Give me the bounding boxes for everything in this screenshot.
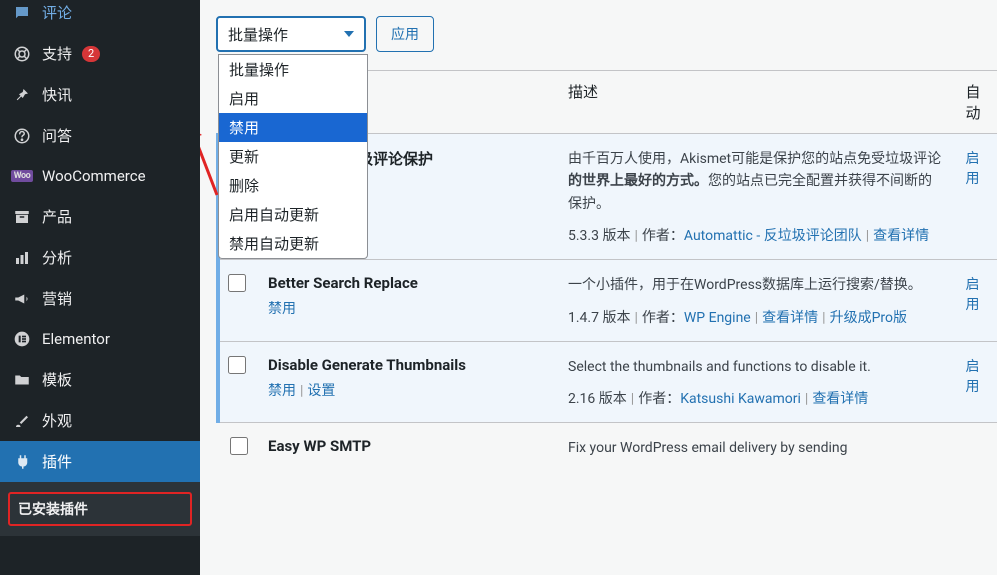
dropdown-option-enable-auto[interactable]: 启用自动更新 bbox=[219, 200, 367, 229]
plug-icon bbox=[12, 452, 32, 472]
sidebar-item-comments[interactable]: 评论 bbox=[0, 0, 200, 33]
sidebar-item-news[interactable]: 快讯 bbox=[0, 74, 200, 115]
chevron-down-icon bbox=[344, 31, 354, 37]
sidebar-item-label: WooCommerce bbox=[42, 167, 146, 185]
dropdown-option-bulk[interactable]: 批量操作 bbox=[219, 55, 367, 84]
question-icon bbox=[12, 126, 32, 146]
action-deactivate[interactable]: 禁用 bbox=[268, 301, 296, 317]
sidebar-item-elementor[interactable]: Elementor bbox=[0, 319, 200, 359]
sidebar-item-label: 评论 bbox=[42, 2, 72, 23]
plugin-description: 一个小插件，用于在WordPress数据库上运行搜索/替换。 bbox=[568, 274, 946, 296]
bulk-action-select[interactable]: 批量操作 批量操作 启用 禁用 更新 删除 启用自动更新 禁用自动更新 bbox=[216, 16, 366, 52]
comment-icon bbox=[12, 3, 32, 23]
sidebar-item-label: 快讯 bbox=[42, 84, 72, 105]
sidebar-item-templates[interactable]: 模板 bbox=[0, 359, 200, 400]
plugin-actions: 禁用 bbox=[268, 298, 548, 318]
sidebar-item-marketing[interactable]: 营销 bbox=[0, 278, 200, 319]
plugin-actions: 禁用|设置 bbox=[268, 380, 548, 400]
sidebar-item-support[interactable]: 支持 2 bbox=[0, 33, 200, 74]
sidebar-item-label: 分析 bbox=[42, 247, 72, 268]
sidebar-item-label: Elementor bbox=[42, 330, 110, 348]
plugin-meta: 1.4.7 版本|作者：WP Engine|查看详情|升级成Pro版 bbox=[568, 307, 946, 327]
sidebar-item-appearance[interactable]: 外观 bbox=[0, 400, 200, 441]
sidebar-item-label: 问答 bbox=[42, 125, 72, 146]
sidebar-item-label: 营销 bbox=[42, 288, 72, 309]
sidebar-item-label: 支持 bbox=[42, 43, 72, 64]
megaphone-icon bbox=[12, 289, 32, 309]
plugin-name: Better Search Replace bbox=[268, 274, 548, 292]
th-description[interactable]: 描述 bbox=[558, 71, 956, 134]
plugin-row: Disable Generate Thumbnails 禁用|设置 Select… bbox=[218, 341, 997, 422]
sidebar-item-products[interactable]: 产品 bbox=[0, 196, 200, 237]
plugin-description: Select the thumbnails and functions to d… bbox=[568, 356, 946, 378]
sidebar-item-label: 外观 bbox=[42, 410, 72, 431]
auto-update-link[interactable]: 启用 bbox=[966, 151, 980, 187]
plugin-meta: 5.3.3 版本|作者：Automattic - 反垃圾评论团队|查看详情 bbox=[568, 225, 946, 245]
plugin-checkbox[interactable] bbox=[228, 274, 246, 292]
dropdown-option-deactivate[interactable]: 禁用 bbox=[219, 113, 367, 142]
main-content: 批量操作 批量操作 启用 禁用 更新 删除 启用自动更新 禁用自动更新 应用 bbox=[200, 0, 997, 575]
plugin-row: Easy WP SMTP Fix your WordPress email de… bbox=[218, 422, 997, 483]
dropdown-option-disable-auto[interactable]: 禁用自动更新 bbox=[219, 229, 367, 258]
plugin-description: 由千百万人使用，Akismet可能是保护您的站点免受垃圾评论的世界上最好的方式。… bbox=[568, 148, 946, 215]
details-link[interactable]: 查看详情 bbox=[762, 310, 818, 326]
dropdown-option-activate[interactable]: 启用 bbox=[219, 84, 367, 113]
sidebar-item-label: 插件 bbox=[42, 451, 72, 472]
details-link[interactable]: 查看详情 bbox=[873, 228, 929, 244]
plugin-name: Disable Generate Thumbnails bbox=[268, 356, 548, 374]
submenu-installed-plugins[interactable]: 已安装插件 bbox=[8, 492, 192, 526]
plugin-checkbox[interactable] bbox=[230, 437, 248, 455]
sidebar-item-woocommerce[interactable]: Woo WooCommerce bbox=[0, 156, 200, 196]
folder-icon bbox=[12, 370, 32, 390]
notification-badge: 2 bbox=[82, 46, 100, 62]
sidebar-item-plugins[interactable]: 插件 bbox=[0, 441, 200, 482]
action-deactivate[interactable]: 禁用 bbox=[268, 383, 296, 399]
author-link[interactable]: Katsushi Kawamori bbox=[680, 391, 801, 407]
author-link[interactable]: WP Engine bbox=[684, 310, 751, 326]
plugin-row: Better Search Replace 禁用 一个小插件，用于在WordPr… bbox=[218, 260, 997, 341]
sidebar-item-qa[interactable]: 问答 bbox=[0, 115, 200, 156]
details-link[interactable]: 查看详情 bbox=[812, 391, 868, 407]
auto-update-link[interactable]: 启用 bbox=[966, 277, 980, 313]
bulk-action-label: 批量操作 bbox=[228, 24, 288, 45]
apply-button[interactable]: 应用 bbox=[376, 16, 434, 52]
chart-icon bbox=[12, 248, 32, 268]
sidebar-item-label: 产品 bbox=[42, 206, 72, 227]
upgrade-link[interactable]: 升级成Pro版 bbox=[830, 310, 907, 326]
sidebar-item-label: 模板 bbox=[42, 369, 72, 390]
brush-icon bbox=[12, 411, 32, 431]
plugin-meta: 2.16 版本|作者：Katsushi Kawamori|查看详情 bbox=[568, 388, 946, 408]
plugins-submenu: 已安装插件 bbox=[0, 482, 200, 536]
bulk-action-dropdown: 批量操作 启用 禁用 更新 删除 启用自动更新 禁用自动更新 bbox=[218, 54, 368, 259]
plugin-description: Fix your WordPress email delivery by sen… bbox=[568, 437, 946, 459]
sidebar-item-analytics[interactable]: 分析 bbox=[0, 237, 200, 278]
elementor-icon bbox=[12, 329, 32, 349]
auto-update-link[interactable]: 启用 bbox=[966, 359, 980, 395]
dropdown-option-delete[interactable]: 删除 bbox=[219, 171, 367, 200]
plugin-checkbox[interactable] bbox=[228, 356, 246, 374]
woocommerce-icon: Woo bbox=[12, 166, 32, 186]
life-ring-icon bbox=[12, 44, 32, 64]
th-auto-update[interactable]: 自动 bbox=[956, 71, 997, 134]
dropdown-option-update[interactable]: 更新 bbox=[219, 142, 367, 171]
author-link[interactable]: Automattic - 反垃圾评论团队 bbox=[684, 228, 862, 244]
admin-sidebar: 评论 支持 2 快讯 问答 Woo WooCommerce bbox=[0, 0, 200, 575]
pushpin-icon bbox=[12, 85, 32, 105]
plugin-name: Easy WP SMTP bbox=[268, 437, 548, 455]
action-settings[interactable]: 设置 bbox=[307, 383, 335, 399]
archive-icon bbox=[12, 207, 32, 227]
bulk-actions-bar: 批量操作 批量操作 启用 禁用 更新 删除 启用自动更新 禁用自动更新 应用 bbox=[216, 16, 997, 52]
